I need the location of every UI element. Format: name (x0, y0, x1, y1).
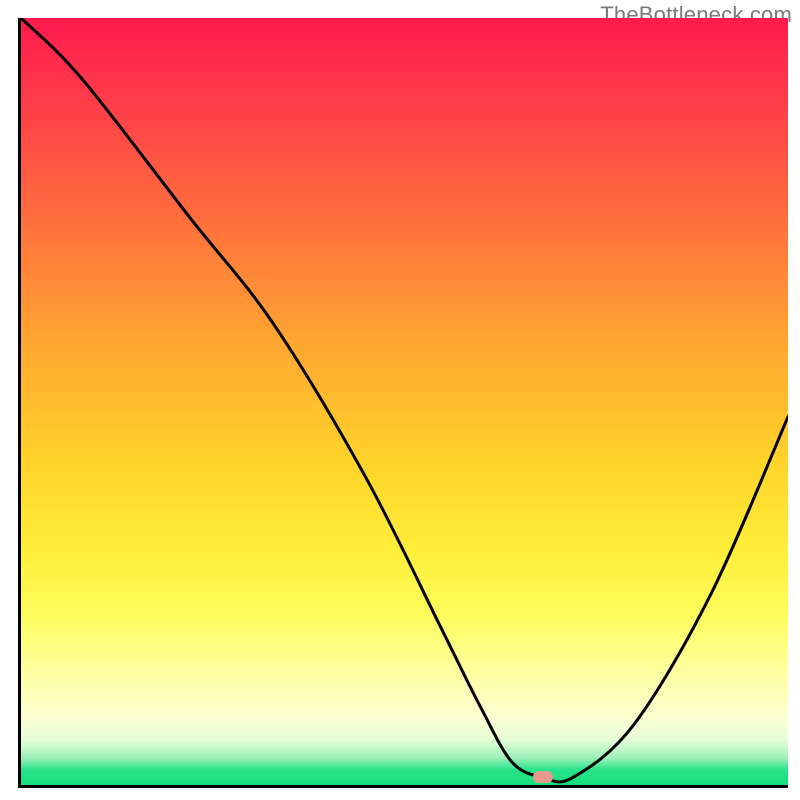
plot-area (18, 18, 788, 788)
optimal-point-marker (533, 771, 553, 783)
chart-frame: TheBottleneck.com (0, 0, 800, 800)
bottleneck-curve (21, 18, 788, 785)
